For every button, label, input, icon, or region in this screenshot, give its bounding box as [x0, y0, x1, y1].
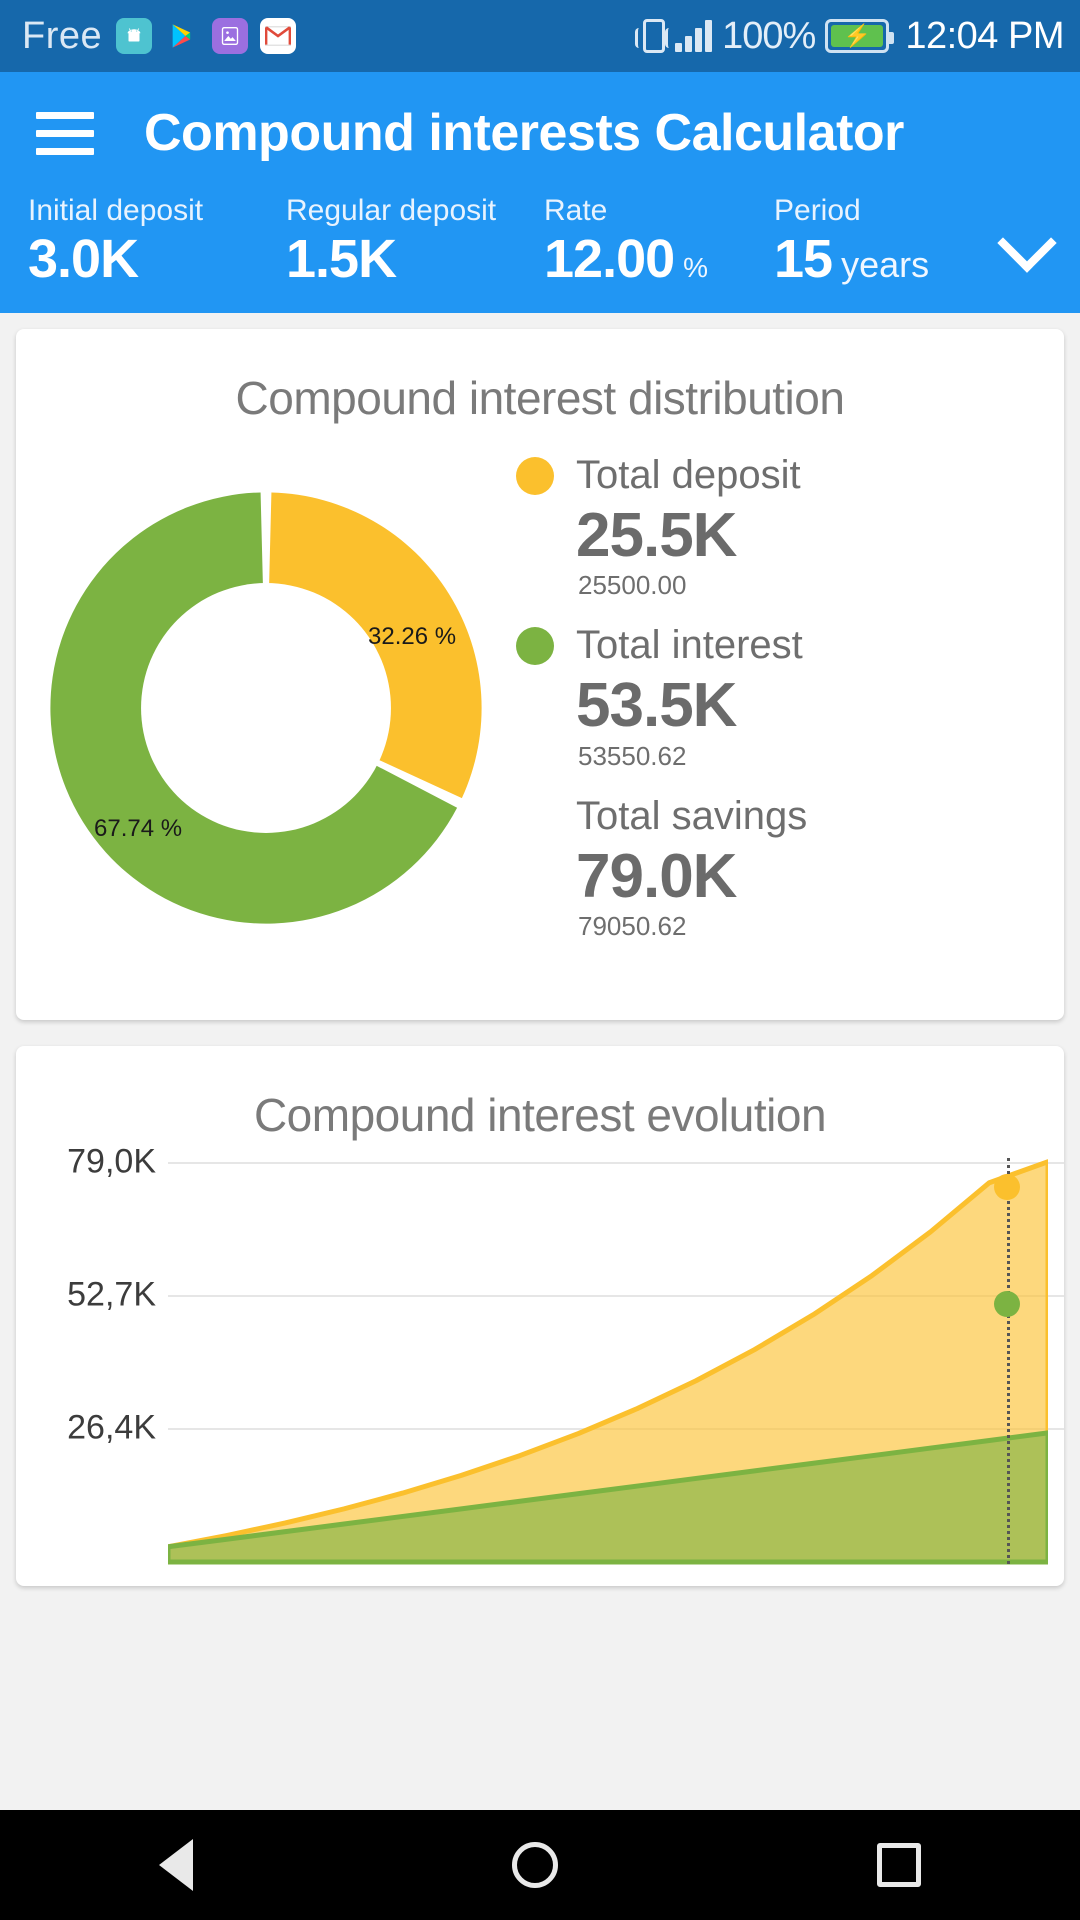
param-period[interactable]: Period 15 years — [774, 194, 929, 287]
gmail-icon — [260, 18, 297, 54]
app-bar: Compound interests Calculator Initial de… — [0, 72, 1080, 314]
battery-percent-label: 100% — [722, 14, 816, 57]
parameters-row[interactable]: Initial deposit 3.0K Regular deposit 1.5… — [0, 194, 1080, 313]
legend-label: Total deposit — [576, 453, 801, 498]
param-label: Initial deposit — [28, 194, 204, 227]
legend-exact-value: 79050.62 — [578, 910, 687, 941]
param-label: Period — [774, 194, 861, 227]
home-circle-icon[interactable] — [511, 1842, 558, 1888]
donut-percent-label-interest: 67.74 % — [94, 815, 183, 843]
legend-exact-value: 25500.00 — [578, 570, 687, 601]
app-bar-top-row: Compound interests Calculator — [0, 72, 1080, 194]
main-content: Compound interest distribution 32.26 % 6… — [0, 313, 1080, 1586]
legend-label: Total savings — [576, 793, 808, 838]
google-play-icon — [164, 18, 200, 54]
param-value: 12.00 — [544, 228, 675, 289]
y-axis-tick-label: 79,0K — [67, 1142, 156, 1181]
donut-percent-label-deposit: 32.26 % — [368, 623, 457, 651]
param-label: Rate — [544, 194, 608, 227]
hamburger-menu-icon[interactable] — [36, 111, 94, 155]
marker-dot[interactable] — [993, 1174, 1020, 1201]
param-value: 3.0K — [28, 228, 139, 289]
evolution-card-title: Compound interest evolution — [253, 1088, 827, 1141]
page-title: Compound interests Calculator — [144, 104, 904, 162]
donut-chart-svg — [50, 492, 482, 925]
android-icon — [116, 18, 153, 54]
param-unit: years — [841, 243, 930, 285]
legend-item-total-interest: Total interest 53.5K 53550.62 — [516, 623, 1064, 771]
legend-item-total-savings: Total savings 79.0K 79050.62 — [516, 794, 1064, 942]
battery-charging-icon: ⚡ — [825, 19, 895, 53]
back-triangle-icon[interactable] — [159, 1839, 194, 1891]
legend-dot-icon — [516, 456, 554, 495]
param-value: 1.5K — [286, 228, 397, 289]
y-axis-tick-label: 26,4K — [67, 1408, 156, 1447]
status-bar: Free 100% ⚡ 12:04 PM — [0, 0, 1080, 72]
legend-dot-icon — [516, 626, 554, 665]
notification-icons — [116, 18, 297, 54]
google-photos-icon — [212, 18, 249, 54]
legend-exact-value: 53550.62 — [578, 740, 687, 771]
distribution-legend: Total deposit 25.5K 25500.00 Total inter… — [516, 453, 1064, 964]
android-navigation-bar — [0, 1810, 1080, 1920]
distribution-card: Compound interest distribution 32.26 % 6… — [16, 329, 1064, 1020]
signal-bars-icon — [675, 20, 713, 52]
param-rate[interactable]: Rate 12.00 % — [544, 194, 774, 287]
marker-dot[interactable] — [993, 1290, 1020, 1317]
legend-value: 25.5K — [576, 501, 737, 571]
distribution-card-body: 32.26 % 67.74 % Total deposit 25.5K 2550… — [16, 435, 1064, 1020]
param-unit: % — [683, 251, 709, 283]
donut-chart[interactable]: 32.26 % 67.74 % — [16, 463, 516, 953]
clock-label: 12:04 PM — [905, 14, 1064, 57]
param-regular-deposit[interactable]: Regular deposit 1.5K — [286, 194, 544, 287]
evolution-card: Compound interest evolution 26,4K 52,7K 79… — [16, 1045, 1064, 1586]
recents-square-icon[interactable] — [876, 1843, 921, 1887]
legend-value: 79.0K — [576, 841, 737, 911]
evolution-chart[interactable]: 26,4K 52,7K 79,0K — [16, 1142, 1064, 1565]
status-right-group: 100% ⚡ 12:04 PM — [635, 14, 1064, 58]
marker-line — [1006, 1157, 1010, 1564]
legend-value: 53.5K — [576, 671, 737, 741]
param-value: 15 — [774, 228, 833, 289]
chevron-down-icon[interactable] — [998, 214, 1052, 268]
legend-label: Total interest — [576, 623, 803, 668]
carrier-label: Free — [22, 14, 103, 57]
y-axis-tick-label: 52,7K — [67, 1275, 156, 1314]
distribution-card-title: Compound interest distribution — [235, 372, 845, 425]
vibrate-icon — [635, 19, 669, 53]
evolution-chart-svg — [168, 1158, 1048, 1565]
legend-item-total-deposit: Total deposit 25.5K 25500.00 — [516, 453, 1064, 601]
param-initial-deposit[interactable]: Initial deposit 3.0K — [28, 194, 286, 287]
param-label: Regular deposit — [286, 194, 497, 227]
